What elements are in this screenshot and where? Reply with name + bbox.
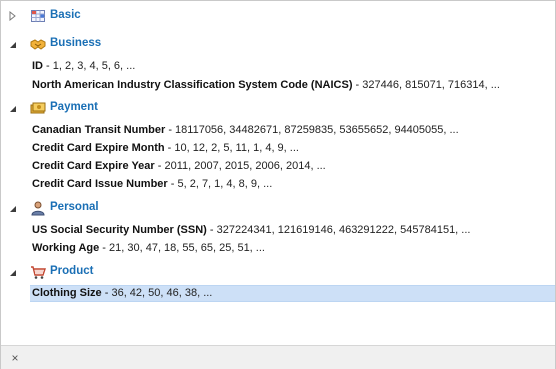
field-separator: -	[165, 124, 176, 136]
field-values: 5, 2, 7, 1, 4, 8, 9, ...	[177, 178, 273, 190]
category-product[interactable]: Product	[1, 262, 555, 282]
field-name: Canadian Transit Number	[32, 124, 166, 136]
field-separator: -	[43, 60, 53, 72]
money-icon	[30, 100, 46, 116]
field-values: 327224341, 121619146, 463291222, 5457841…	[216, 224, 471, 236]
collapse-arrow-icon[interactable]	[9, 103, 17, 113]
field-separator: -	[99, 242, 110, 254]
field-row[interactable]: Credit Card Issue Number - 5, 2, 7, 1, 4…	[30, 176, 555, 193]
collapse-arrow-icon[interactable]	[9, 267, 17, 277]
category-payment[interactable]: Payment	[1, 98, 555, 118]
footer-bar: ×	[1, 345, 555, 369]
field-name: ID	[32, 60, 43, 72]
field-row[interactable]: US Social Security Number (SSN) - 327224…	[30, 222, 555, 239]
field-row[interactable]: ID - 1, 2, 3, 4, 5, 6, ...	[30, 58, 555, 75]
field-row[interactable]: Working Age - 21, 30, 47, 18, 55, 65, 25…	[30, 240, 555, 257]
field-name: Working Age	[32, 242, 100, 254]
field-separator: -	[101, 287, 112, 299]
field-values: 327446, 815071, 716314, ...	[362, 79, 500, 91]
field-row-selected[interactable]: Clothing Size - 36, 42, 50, 46, 38, ...	[30, 285, 555, 302]
category-label: Business	[50, 37, 102, 49]
category-label: Payment	[50, 101, 98, 113]
field-name: US Social Security Number (SSN)	[32, 224, 207, 236]
field-values: 10, 12, 2, 5, 11, 1, 4, 9, ...	[174, 142, 299, 154]
field-row[interactable]: Credit Card Expire Month - 10, 12, 2, 5,…	[30, 140, 555, 157]
field-values: 36, 42, 50, 46, 38, ...	[111, 287, 213, 299]
field-row[interactable]: North American Industry Classification S…	[30, 77, 555, 94]
category-label: Basic	[50, 9, 81, 21]
field-separator: -	[206, 224, 217, 236]
category-label: Personal	[50, 201, 99, 213]
field-name: Credit Card Issue Number	[32, 178, 168, 190]
field-values: 1, 2, 3, 4, 5, 6, ...	[52, 60, 136, 72]
field-name: Credit Card Expire Year	[32, 160, 155, 172]
field-row[interactable]: Canadian Transit Number - 18117056, 3448…	[30, 122, 555, 139]
field-name: North American Industry Classification S…	[32, 79, 353, 91]
category-basic[interactable]: Basic	[1, 6, 555, 26]
collapse-arrow-icon[interactable]	[9, 39, 17, 49]
person-icon	[30, 200, 46, 216]
field-name: Clothing Size	[32, 287, 102, 299]
field-values: 21, 30, 47, 18, 55, 65, 25, 51, ...	[109, 242, 265, 254]
handshake-icon	[30, 36, 46, 52]
field-name: Credit Card Expire Month	[32, 142, 165, 154]
field-separator: -	[164, 142, 175, 154]
collapse-arrow-icon[interactable]	[9, 203, 17, 213]
category-personal[interactable]: Personal	[1, 198, 555, 218]
expand-arrow-icon[interactable]	[9, 10, 17, 22]
close-icon[interactable]: ×	[9, 352, 21, 364]
shopping-cart-icon	[30, 264, 46, 280]
field-values: 18117056, 34482671, 87259835, 53655652, …	[175, 124, 459, 136]
category-business[interactable]: Business	[1, 34, 555, 54]
field-values: 2011, 2007, 2015, 2006, 2014, ...	[164, 160, 326, 172]
grid-table-icon	[30, 8, 46, 24]
field-separator: -	[154, 160, 165, 172]
field-separator: -	[352, 79, 363, 91]
field-list-panel: Basic Business ID - 1, 2, 3, 4, 5, 6, ..…	[0, 0, 556, 369]
category-label: Product	[50, 265, 94, 277]
field-row[interactable]: Credit Card Expire Year - 2011, 2007, 20…	[30, 158, 555, 175]
